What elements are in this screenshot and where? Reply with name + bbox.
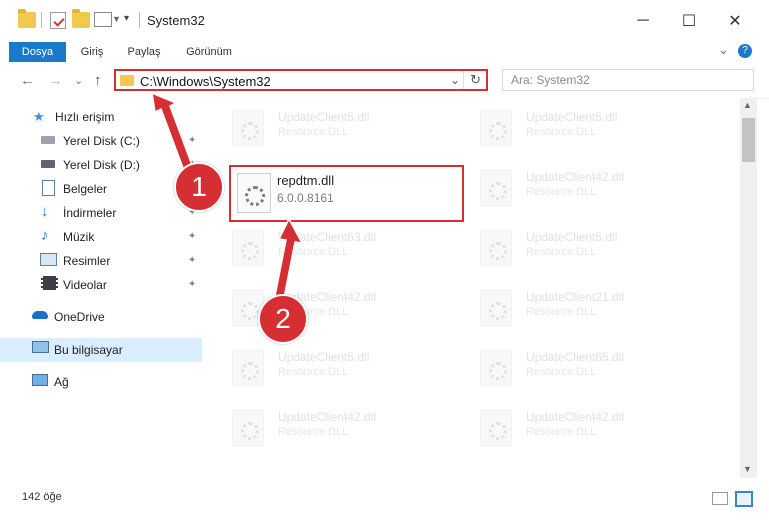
- step-2-badge: 2: [258, 294, 308, 344]
- arrow-2-icon: [274, 217, 304, 299]
- step-1-badge: 1: [174, 162, 224, 212]
- arrow-1-icon: [151, 91, 193, 169]
- annotation-arrows: [151, 91, 304, 299]
